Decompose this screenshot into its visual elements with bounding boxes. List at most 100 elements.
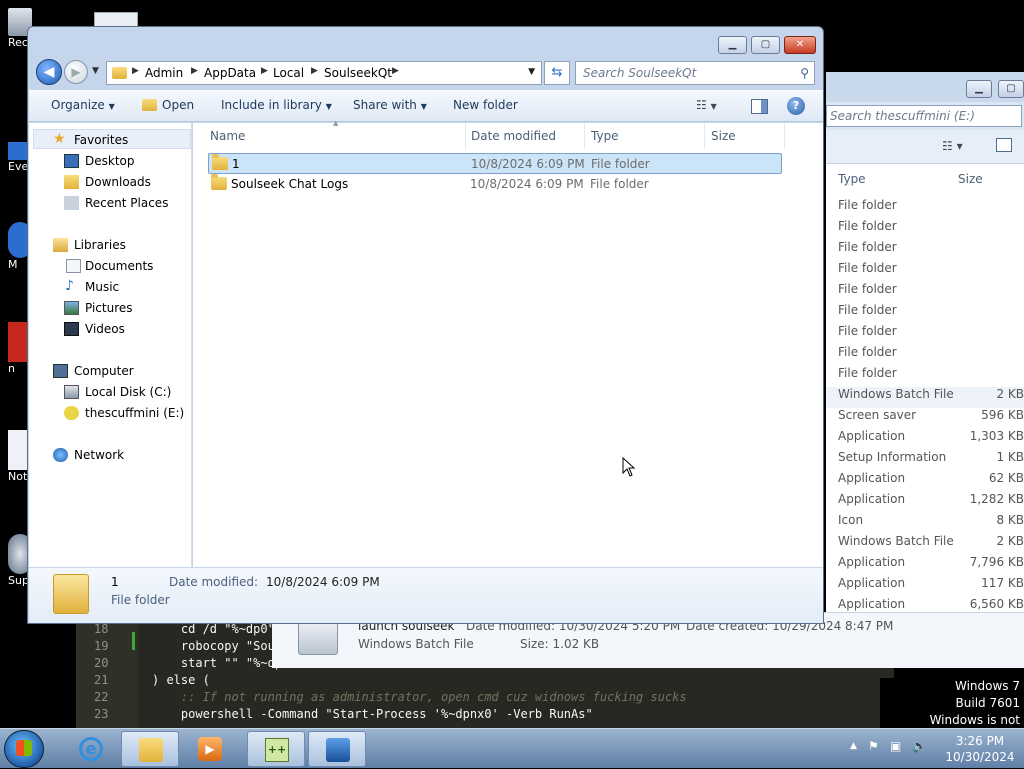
nav-recent-places[interactable]: Recent Places: [29, 193, 191, 214]
column-type[interactable]: Type: [838, 172, 866, 186]
desktop-icon-recycle-bin[interactable]: Rec: [0, 8, 32, 49]
breadcrumb-soulseekqt[interactable]: SoulseekQt: [324, 66, 392, 80]
nav-pictures[interactable]: Pictures: [29, 298, 191, 319]
search-input[interactable]: Search thescuffmini (E:): [826, 105, 1022, 127]
clock[interactable]: 3:26 PM 10/30/2024: [940, 733, 1020, 765]
list-item[interactable]: Windows Batch File 2 KB: [838, 534, 1024, 555]
address-bar[interactable]: ▶ Admin ▶ AppData ▶ Local ▶ SoulseekQt ▶…: [106, 61, 542, 85]
minimize-button[interactable]: ▁: [966, 80, 992, 98]
list-item[interactable]: File folder: [838, 198, 1024, 219]
open-button[interactable]: Open: [142, 98, 194, 112]
list-item[interactable]: Application 7,796 KB: [838, 555, 1024, 576]
list-item[interactable]: File folder: [838, 240, 1024, 261]
breadcrumb-admin[interactable]: Admin: [145, 66, 183, 80]
list-item[interactable]: File folder: [838, 366, 1024, 387]
organize-button[interactable]: Organize ▼: [51, 98, 115, 112]
network-status-icon[interactable]: ▣: [890, 739, 901, 753]
preview-pane-icon[interactable]: [996, 138, 1012, 152]
desktop-icon-event[interactable]: Eve: [0, 142, 32, 173]
list-item[interactable]: Windows Batch File 2 KB: [826, 387, 1024, 408]
list-item[interactable]: Screen saver 596 KB: [838, 408, 1024, 429]
list-item[interactable]: File folder: [838, 303, 1024, 324]
nav-videos[interactable]: Videos: [29, 319, 191, 340]
code-line[interactable]: powershell -Command "Start-Process '%~dp…: [152, 707, 593, 721]
refresh-button[interactable]: ⇆: [544, 61, 570, 85]
list-item[interactable]: File folder: [838, 324, 1024, 345]
new-folder-button[interactable]: New folder: [453, 98, 518, 112]
column-divider[interactable]: [704, 123, 705, 149]
column-type[interactable]: Type: [591, 129, 619, 143]
taskbar-soulseek[interactable]: [308, 731, 366, 767]
nav-computer[interactable]: Computer: [29, 361, 191, 382]
explorer-window[interactable]: ▁ ▢ ✕ ◀ ▶ ▼ ▶ Admin ▶ AppData ▶ Local ▶ …: [27, 26, 824, 624]
breadcrumb-separator[interactable]: ▶: [191, 66, 198, 76]
list-item[interactable]: Application 1,303 KB: [838, 429, 1024, 450]
nav-usb-drive[interactable]: thescuffmini (E:): [29, 403, 191, 424]
nav-music[interactable]: ♪ Music: [29, 277, 191, 298]
action-center-flag-icon[interactable]: ⚑: [868, 739, 879, 753]
nav-documents[interactable]: Documents: [29, 256, 191, 277]
column-size[interactable]: Size: [958, 172, 983, 186]
address-history-dropdown[interactable]: ▼: [528, 67, 535, 77]
show-hidden-icons-button[interactable]: ▲: [850, 741, 857, 751]
breadcrumb-separator[interactable]: ▶: [392, 66, 399, 76]
list-item[interactable]: Setup Information 1 KB: [838, 450, 1024, 471]
taskbar-media-player[interactable]: ▶: [181, 731, 239, 767]
minimize-button[interactable]: ▁: [718, 36, 747, 54]
list-item[interactable]: Application 1,282 KB: [838, 492, 1024, 513]
nav-desktop[interactable]: Desktop: [29, 151, 191, 172]
desktop-icon-m[interactable]: M: [0, 222, 32, 271]
nav-local-disk[interactable]: Local Disk (C:): [29, 382, 191, 403]
back-button[interactable]: ◀: [36, 59, 62, 85]
breadcrumb-local[interactable]: Local: [273, 66, 304, 80]
column-date-modified[interactable]: Date modified: [471, 129, 556, 143]
nav-downloads[interactable]: Downloads: [29, 172, 191, 193]
code-line[interactable]: start "" "%~dp: [152, 656, 282, 670]
code-line[interactable]: cd /d "%~dp0": [152, 622, 275, 636]
volume-muted-icon[interactable]: 🔈: [912, 739, 927, 753]
taskbar-internet-explorer[interactable]: e: [62, 731, 120, 767]
taskbar-windows-explorer[interactable]: [121, 731, 179, 767]
help-icon[interactable]: ?: [787, 97, 805, 115]
list-item[interactable]: File folder: [838, 345, 1024, 366]
column-size[interactable]: Size: [711, 129, 736, 143]
list-item[interactable]: Application 62 KB: [838, 471, 1024, 492]
desktop-icon-n[interactable]: n: [0, 322, 32, 375]
taskbar-notepad-plus[interactable]: ++: [247, 731, 305, 767]
list-item[interactable]: Icon 8 KB: [838, 513, 1024, 534]
preview-pane-icon[interactable]: [751, 99, 768, 114]
list-item[interactable]: Application 117 KB: [838, 576, 1024, 597]
nav-favorites[interactable]: ★ Favorites: [29, 130, 191, 151]
forward-button[interactable]: ▶: [64, 60, 88, 84]
list-item[interactable]: File folder: [838, 219, 1024, 240]
list-item[interactable]: File folder: [838, 261, 1024, 282]
file-list[interactable]: ▲ Name Date modified Type Size 1 10/8/202…: [193, 119, 823, 567]
code-line[interactable]: ) else (: [152, 673, 210, 687]
column-divider[interactable]: [784, 123, 785, 149]
views-icon[interactable]: ☷ ▾: [942, 139, 963, 153]
nav-libraries[interactable]: Libraries: [29, 235, 191, 256]
start-button[interactable]: [4, 730, 44, 768]
close-button[interactable]: ✕: [784, 36, 816, 54]
list-item[interactable]: File folder: [838, 282, 1024, 303]
maximize-button[interactable]: ▢: [751, 36, 780, 54]
column-name[interactable]: Name: [210, 129, 245, 143]
file-row[interactable]: 1 10/8/2024 6:09 PM File folder: [208, 153, 782, 174]
maximize-button[interactable]: ▢: [998, 80, 1024, 98]
column-divider[interactable]: [465, 123, 466, 149]
code-line[interactable]: :: If not running as administrator, open…: [152, 690, 687, 704]
desktop-icon-notepad[interactable]: Not: [0, 430, 32, 483]
breadcrumb-separator[interactable]: ▶: [132, 66, 139, 76]
code-line[interactable]: robocopy "Soul: [152, 639, 282, 653]
file-row[interactable]: Soulseek Chat Logs 10/8/2024 6:09 PM File …: [208, 174, 782, 195]
nav-network[interactable]: Network: [29, 445, 191, 466]
desktop-icon-support[interactable]: Sup: [0, 534, 32, 587]
search-icon[interactable]: ⚲: [800, 62, 809, 84]
breadcrumb-separator[interactable]: ▶: [261, 66, 268, 76]
change-view-icon[interactable]: ☷ ▼: [696, 98, 717, 112]
include-in-library-button[interactable]: Include in library ▼: [221, 98, 332, 112]
breadcrumb-separator[interactable]: ▶: [311, 66, 318, 76]
column-divider[interactable]: [584, 123, 585, 149]
background-explorer-window[interactable]: ▁ ▢ Search thescuffmini (E:) ☷ ▾ Type Si…: [826, 72, 1024, 612]
breadcrumb-appdata[interactable]: AppData: [204, 66, 256, 80]
